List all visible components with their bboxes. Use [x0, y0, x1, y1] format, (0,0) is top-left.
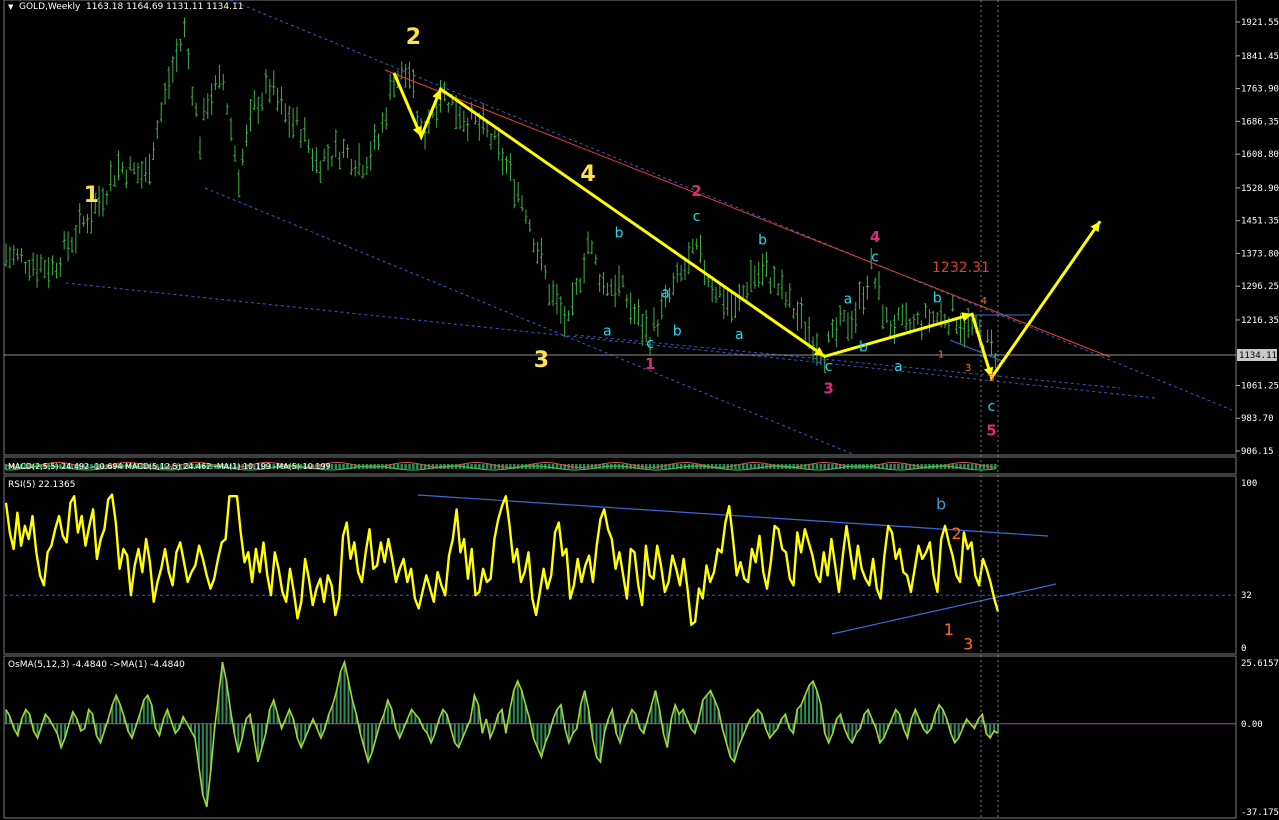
wave-label: a — [894, 359, 903, 375]
wave-label: b — [758, 232, 767, 248]
price-tick-label: 1216.35 — [1241, 316, 1279, 326]
price-tick-label: 1373.80 — [1241, 249, 1279, 259]
wave-label: a — [603, 323, 612, 339]
osma-tick-label: 0.00 — [1241, 720, 1263, 730]
wave-label: 5 — [986, 421, 996, 439]
trading-chart[interactable]: 1234abc1abc2bac3abc4ab1345c5 1921.551841… — [0, 0, 1279, 820]
rsi-tick-label: 0 — [1241, 644, 1246, 654]
price-tick-label: 983.70 — [1241, 414, 1274, 424]
rsi-wave-label: b — [936, 494, 946, 513]
wave-label: 1 — [84, 183, 99, 208]
wave-label: a — [661, 285, 670, 301]
wave-label: b — [673, 323, 682, 339]
price-tick-label: 1296.25 — [1241, 282, 1279, 292]
price-tick-label: 1921.55 — [1241, 18, 1279, 28]
price-tick-label: 1608.80 — [1241, 150, 1279, 160]
osma-title: OsMA(5,12,3) -4.4840 ->MA(1) -4.4840 — [8, 660, 185, 670]
rsi-title: RSI(5) 22.1365 — [8, 480, 75, 490]
dropdown-icon[interactable]: ▼ — [8, 3, 14, 11]
wave-label: 1 — [938, 349, 944, 360]
wave-label: 4 — [580, 162, 595, 187]
price-tick-label: 906.15 — [1241, 447, 1274, 457]
chart-header: ▼ GOLD,Weekly 1163.18 1164.69 1131.11 11… — [8, 2, 243, 12]
rsi-tick-label: 32 — [1241, 591, 1252, 601]
chart-background — [0, 0, 1279, 820]
macd-title: MACD(2,5,5) 24.492 -10.694 MACD(5,12,5) … — [8, 462, 331, 471]
osma-tick-label: -37.1753 — [1241, 808, 1279, 818]
wave-label: c — [988, 399, 996, 415]
ohlc-values: 1163.18 1164.69 1131.11 1134.11 — [86, 2, 243, 12]
wave-label: 3 — [823, 380, 833, 398]
wave-label: b — [615, 225, 624, 241]
price-tick-label: 1763.90 — [1241, 85, 1279, 95]
price-tick-label: 1451.35 — [1241, 217, 1279, 227]
wave-label: a — [844, 292, 853, 308]
price-tick-label: 1061.25 — [1241, 381, 1279, 391]
wave-label: 3 — [965, 363, 971, 374]
wave-label: a — [735, 327, 744, 343]
symbol-title: GOLD,Weekly — [19, 2, 81, 12]
price-tick-label: 1686.35 — [1241, 117, 1279, 127]
rsi-wave-label: 3 — [963, 635, 973, 654]
price-tick-label: 1841.45 — [1241, 52, 1279, 62]
wave-label: 2 — [406, 25, 421, 50]
wave-label: c — [646, 336, 654, 352]
current-price-marker: 1134.11 — [1237, 349, 1277, 361]
current-price-label: 1134.11 — [1239, 351, 1277, 361]
annotation-price: 1232.31 — [932, 260, 990, 276]
wave-label: 2 — [691, 182, 701, 200]
rsi-wave-label: 1 — [944, 620, 954, 639]
wave-label: 4 — [870, 228, 880, 246]
wave-label: 3 — [534, 348, 549, 373]
rsi-tick-label: 100 — [1241, 479, 1257, 489]
wave-label: 4 — [981, 296, 987, 307]
osma-tick-label: 25.6157 — [1241, 659, 1279, 669]
wave-label: b — [933, 290, 942, 306]
wave-label: b — [859, 339, 868, 355]
price-tick-label: 1528.90 — [1241, 184, 1279, 194]
wave-label: c — [693, 209, 701, 225]
wave-label: 5 — [988, 373, 994, 384]
wave-label: c — [825, 359, 833, 375]
wave-label: c — [871, 249, 879, 265]
rsi-wave-label: 2 — [952, 524, 962, 543]
wave-label: 1 — [645, 355, 655, 373]
